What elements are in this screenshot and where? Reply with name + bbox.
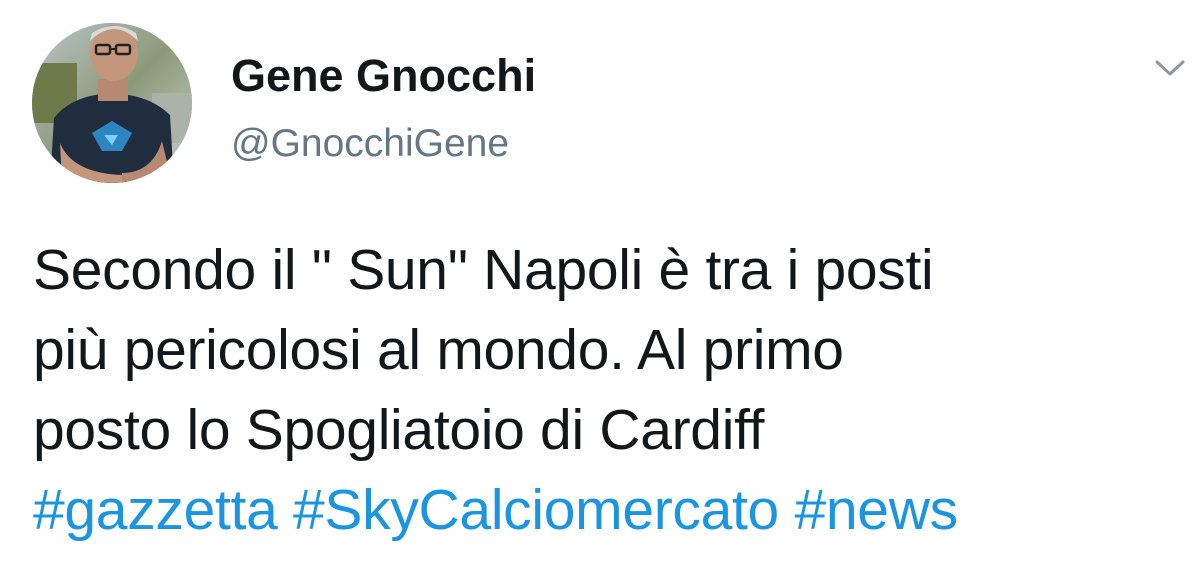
avatar-image [32, 23, 192, 183]
more-options-button[interactable] [1150, 48, 1190, 88]
hashtag-link[interactable]: #news [795, 478, 959, 542]
avatar[interactable] [32, 23, 192, 183]
author-name[interactable]: Gene Gnocchi [231, 50, 536, 102]
author-handle[interactable]: @GnocchiGene [231, 120, 509, 168]
hashtag-line: #gazzetta #SkyCalciomercato #news [33, 470, 1183, 550]
tweet-text-line: più pericolosi al mondo. Al primo [33, 318, 844, 382]
tweet-text-line: posto lo Spogliatoio di Cardiff [33, 398, 765, 462]
tweet-text-line: Secondo il " Sun" Napoli è tra i posti [33, 238, 934, 302]
tweet-card: Gene Gnocchi @GnocchiGene Secondo il " S… [0, 0, 1200, 583]
tweet-text: Secondo il " Sun" Napoli è tra i posti p… [33, 230, 1183, 550]
hashtag-link[interactable]: #gazzetta [33, 478, 278, 542]
chevron-down-icon [1155, 60, 1185, 76]
hashtag-link[interactable]: #SkyCalciomercato [293, 478, 779, 542]
